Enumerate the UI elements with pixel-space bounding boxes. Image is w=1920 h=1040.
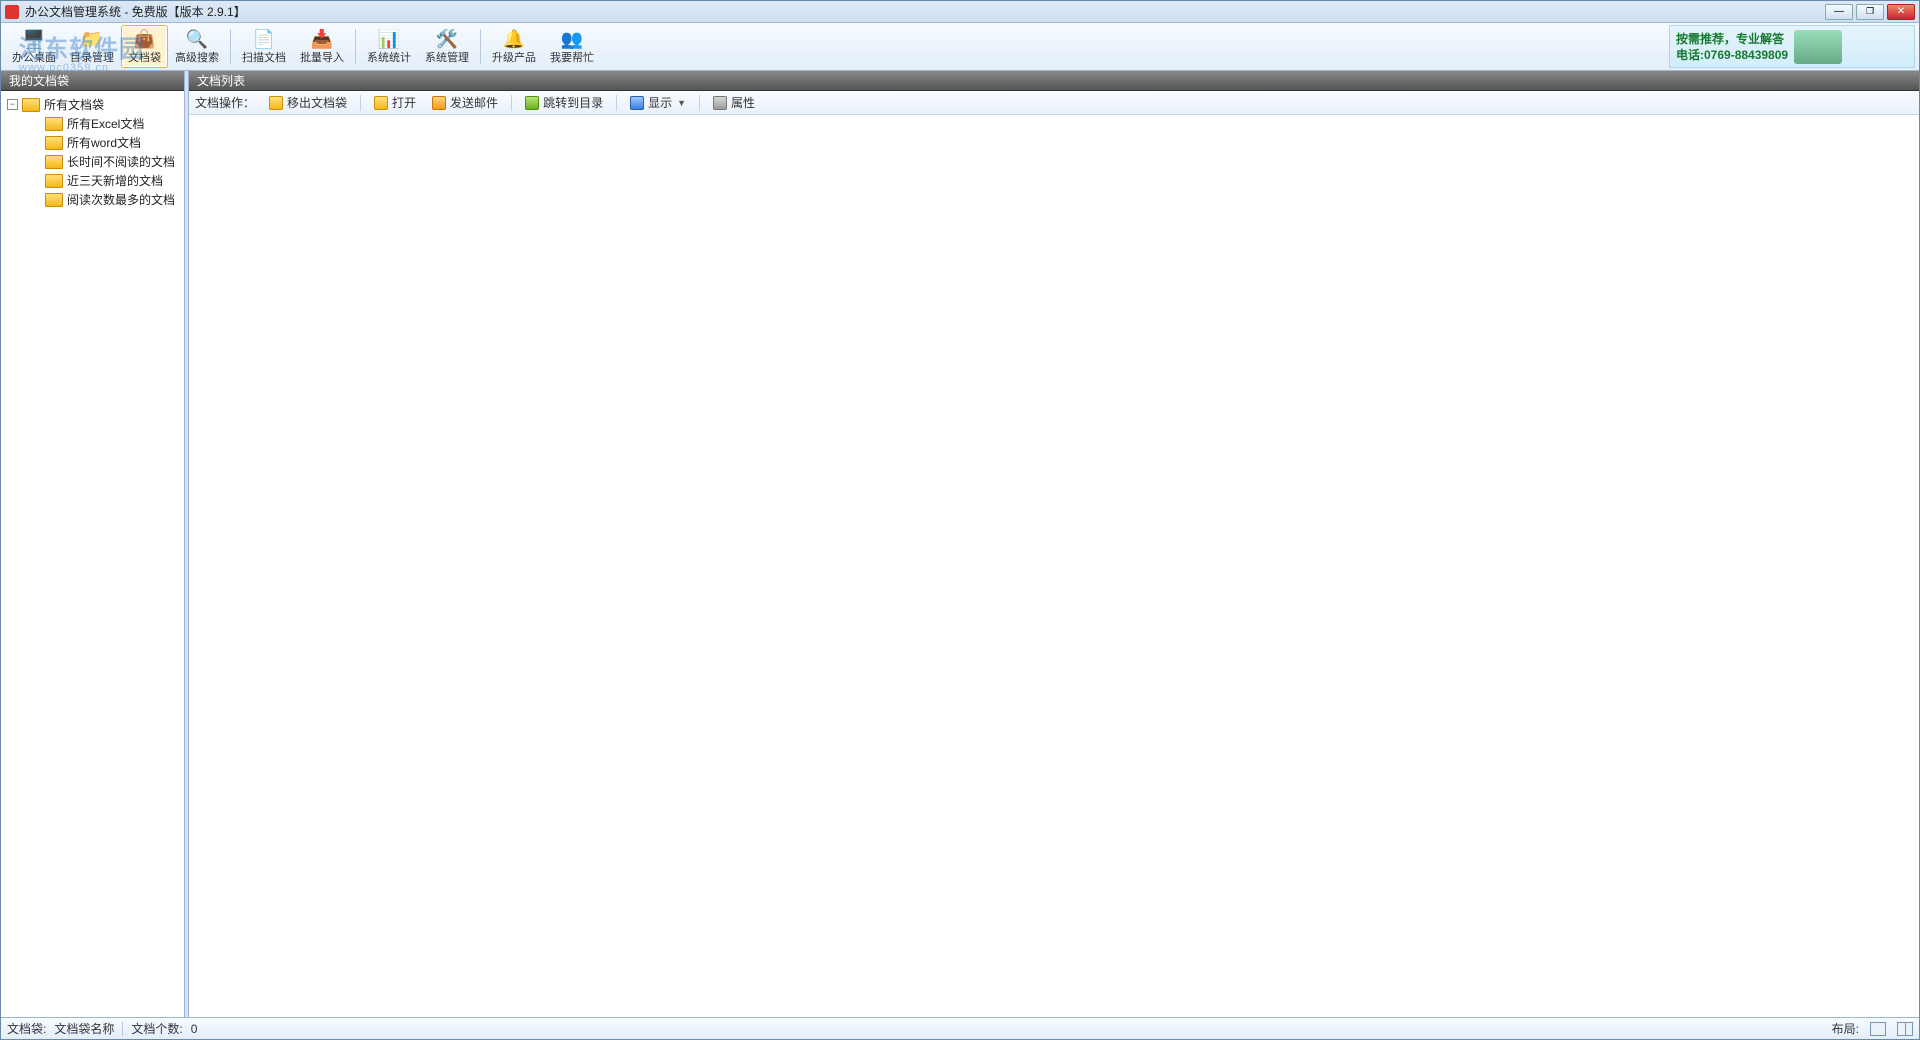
body-split: 我的文档袋 − 所有文档袋 所有Excel文档 所有word文档 长时间: [1, 71, 1919, 1017]
tb-desktop[interactable]: 🖥️ 办公桌面: [5, 25, 63, 68]
scanner-icon: [1794, 30, 1842, 64]
doc-ops-toolbar: 文档操作： 移出文档袋 打开 发送邮件 跳转到目录: [189, 91, 1919, 115]
folder-icon: 📁: [80, 29, 104, 51]
minimize-button[interactable]: [1825, 4, 1853, 20]
window-title: 办公文档管理系统 - 免费版【版本 2.9.1】: [25, 3, 246, 20]
op-send-mail[interactable]: 发送邮件: [426, 92, 504, 113]
separator: [511, 95, 512, 111]
brand-line2: 电话:0769-88439809: [1676, 47, 1788, 63]
bell-icon: 🔔: [502, 29, 526, 51]
tb-dir-manage[interactable]: 📁 目录管理: [63, 25, 121, 68]
separator: [122, 1022, 123, 1036]
app-window: 办公文档管理系统 - 免费版【版本 2.9.1】 河东软件园 www.pc035…: [0, 0, 1920, 1040]
help-icon: 👥: [560, 29, 584, 51]
op-view[interactable]: 显示 ▼: [624, 92, 692, 113]
tree-item[interactable]: 长时间不阅读的文档: [1, 152, 184, 171]
toolbar-separator: [480, 29, 481, 64]
tree-root[interactable]: − 所有文档袋: [1, 95, 184, 114]
tree-item[interactable]: 所有Excel文档: [1, 114, 184, 133]
toolbar-separator: [230, 29, 231, 64]
folder-icon: [45, 135, 63, 151]
statusbar: 文档袋: 文档袋名称 文档个数: 0 布局:: [1, 1017, 1919, 1039]
open-icon: [374, 96, 388, 110]
tb-doc-bag[interactable]: 👜 文档袋: [121, 25, 168, 68]
status-count-value: 0: [191, 1022, 198, 1036]
tree-item[interactable]: 近三天新增的文档: [1, 171, 184, 190]
folder-icon: [22, 97, 40, 113]
tb-sys-stats[interactable]: 📊 系统统计: [360, 25, 418, 68]
folder-icon: [45, 116, 63, 132]
brand-banner: 按需推荐，专业解答 电话:0769-88439809: [1669, 25, 1915, 68]
collapse-icon[interactable]: −: [7, 99, 18, 110]
tb-scan-doc[interactable]: 📄 扫描文档: [235, 25, 293, 68]
tree-item[interactable]: 阅读次数最多的文档: [1, 190, 184, 209]
tree-item[interactable]: 所有word文档: [1, 133, 184, 152]
layout-split-icon[interactable]: [1897, 1022, 1913, 1036]
settings-icon: 🛠️: [435, 29, 459, 51]
document-list-area[interactable]: [189, 115, 1919, 1017]
op-open[interactable]: 打开: [368, 92, 422, 113]
import-icon: 📥: [310, 29, 334, 51]
stats-icon: 📊: [377, 29, 401, 51]
main-header: 文档列表: [189, 71, 1919, 91]
main-pane: 文档列表 文档操作： 移出文档袋 打开 发送邮件: [189, 71, 1919, 1017]
separator: [616, 95, 617, 111]
op-move-out[interactable]: 移出文档袋: [263, 92, 353, 113]
close-button[interactable]: [1887, 4, 1915, 20]
chevron-down-icon: ▼: [677, 98, 686, 108]
sidebar-header: 我的文档袋: [1, 71, 184, 91]
folder-icon: [45, 192, 63, 208]
tb-batch-import[interactable]: 📥 批量导入: [293, 25, 351, 68]
properties-icon: [713, 96, 727, 110]
status-bag-label: 文档袋:: [7, 1020, 46, 1037]
scan-icon: 📄: [252, 29, 276, 51]
tb-upgrade[interactable]: 🔔 升级产品: [485, 25, 543, 68]
toolbar-separator: [355, 29, 356, 64]
separator: [699, 95, 700, 111]
separator: [360, 95, 361, 111]
maximize-button[interactable]: [1856, 4, 1884, 20]
tb-help[interactable]: 👥 我要帮忙: [543, 25, 601, 68]
brand-line1: 按需推荐，专业解答: [1676, 31, 1788, 47]
status-bag-value: 文档袋名称: [54, 1020, 114, 1037]
folder-icon: [45, 173, 63, 189]
op-properties[interactable]: 属性: [707, 92, 761, 113]
op-jump-dir[interactable]: 跳转到目录: [519, 92, 609, 113]
status-count-label: 文档个数:: [131, 1020, 182, 1037]
tb-advanced-search[interactable]: 🔍 高级搜索: [168, 25, 226, 68]
layout-single-icon[interactable]: [1870, 1022, 1886, 1036]
sidebar: 我的文档袋 − 所有文档袋 所有Excel文档 所有word文档 长时间: [1, 71, 185, 1017]
bag-icon: 👜: [133, 29, 157, 51]
folder-icon: [45, 154, 63, 170]
main-toolbar: 河东软件园 www.pc0359.cn 🖥️ 办公桌面 📁 目录管理 👜 文档袋…: [1, 23, 1919, 71]
titlebar: 办公文档管理系统 - 免费版【版本 2.9.1】: [1, 1, 1919, 23]
window-controls: [1825, 4, 1915, 20]
status-layout-label: 布局:: [1832, 1020, 1859, 1037]
jump-icon: [525, 96, 539, 110]
folder-tree[interactable]: − 所有文档袋 所有Excel文档 所有word文档 长时间不阅读的文档: [1, 91, 184, 1017]
app-icon: [5, 5, 19, 19]
tb-sys-manage[interactable]: 🛠️ 系统管理: [418, 25, 476, 68]
move-icon: [269, 96, 283, 110]
ops-label: 文档操作：: [195, 94, 255, 111]
search-icon: 🔍: [185, 29, 209, 51]
view-icon: [630, 96, 644, 110]
desktop-icon: 🖥️: [22, 29, 46, 51]
mail-icon: [432, 96, 446, 110]
